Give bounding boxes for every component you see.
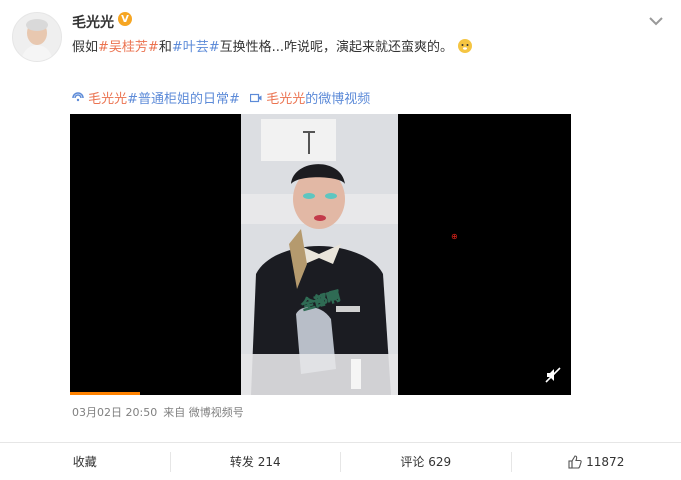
topic-link-ordinary-counter[interactable]: #普通柜姐的日常# xyxy=(127,92,240,107)
post-text-segment: 互换性格...咋说呢，演起来就还蛮爽的。 xyxy=(220,40,453,55)
video-progress-bar[interactable] xyxy=(70,392,140,395)
action-bar: 收藏 转发 214 评论 629 11872 xyxy=(0,442,681,480)
topic-user-link[interactable]: 毛光光 xyxy=(88,92,127,107)
repost-label: 转发 214 xyxy=(230,453,281,470)
thumbs-up-icon xyxy=(568,455,582,469)
video-topic-line: 毛光光#普通柜姐的日常# 毛光光的微博视频 xyxy=(72,88,370,107)
topic-link-wuguifang[interactable]: #吴桂芳# xyxy=(98,40,159,55)
verified-badge-icon: V xyxy=(118,12,132,26)
post-text-segment: 和 xyxy=(159,40,172,55)
video-player[interactable]: ⊕ 全部啊 xyxy=(70,114,571,395)
like-count: 11872 xyxy=(586,455,624,469)
video-watermark: ⊕ xyxy=(451,232,458,241)
favorite-button[interactable]: 收藏 xyxy=(0,452,170,472)
video-link-suffix[interactable]: 的微博视频 xyxy=(305,92,370,107)
post-text: 假如#吴桂芳#和#叶芸#互换性格...咋说呢，演起来就还蛮爽的。 xyxy=(72,36,473,55)
repost-button[interactable]: 转发 214 xyxy=(170,452,341,472)
dog-emoji-icon xyxy=(457,38,473,54)
post-meta: 03月02日 20:50 来自 微博视频号 xyxy=(72,404,250,420)
post-text-segment: 假如 xyxy=(72,40,98,55)
topic-link-icon xyxy=(72,92,84,104)
post-time[interactable]: 03月02日 20:50 xyxy=(72,406,157,419)
username[interactable]: 毛光光 xyxy=(72,12,114,32)
avatar[interactable] xyxy=(12,12,62,62)
video-frame xyxy=(241,114,398,395)
chevron-down-icon[interactable] xyxy=(647,12,665,30)
weibo-post-card: 毛光光 V 假如#吴桂芳#和#叶芸#互换性格...咋说呢，演起来就还蛮爽的。 毛… xyxy=(0,0,681,479)
mute-icon[interactable] xyxy=(545,367,561,383)
topic-link-yeyun[interactable]: #叶芸# xyxy=(172,40,220,55)
comment-button[interactable]: 评论 629 xyxy=(340,452,511,472)
comment-label: 评论 629 xyxy=(400,453,451,470)
favorite-label: 收藏 xyxy=(73,453,97,470)
video-camera-icon xyxy=(250,93,262,103)
post-source[interactable]: 来自 微博视频号 xyxy=(163,406,244,419)
video-user-link[interactable]: 毛光光 xyxy=(266,92,305,107)
like-button[interactable]: 11872 xyxy=(511,452,681,472)
